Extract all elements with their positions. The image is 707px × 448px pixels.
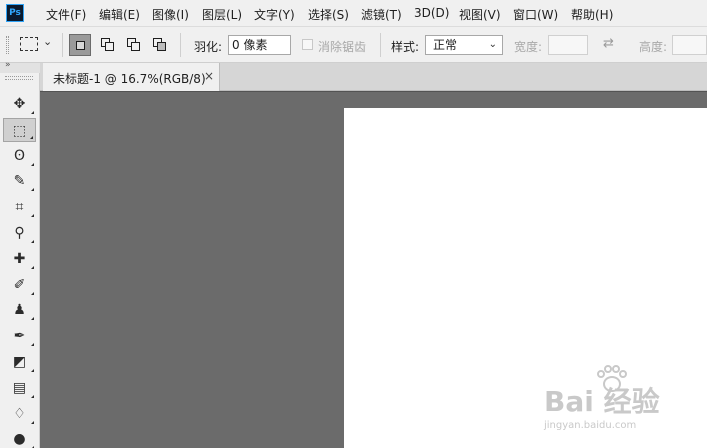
style-select[interactable]: 正常 ⌄ xyxy=(425,35,503,55)
divider xyxy=(380,33,381,57)
style-select-value: 正常 xyxy=(433,38,458,52)
tool-group-indicator-icon xyxy=(30,135,33,139)
marquee-tool-icon: ⬚ xyxy=(12,122,27,139)
document-tab[interactable]: 未标题-1 @ 16.7%(RGB/8) × xyxy=(43,63,220,91)
tool-group-indicator-icon xyxy=(31,265,34,269)
chevron-down-icon[interactable]: ⌄ xyxy=(43,35,52,48)
eraser-tool-button[interactable]: ◩ xyxy=(3,350,36,374)
menu-type[interactable]: 文字(Y) xyxy=(254,6,295,23)
move-tool-button[interactable]: ✥ xyxy=(3,92,36,116)
width-input[interactable] xyxy=(548,35,588,55)
feather-input[interactable]: 0 像素 xyxy=(228,35,291,55)
crop-tool-button[interactable]: ⌗ xyxy=(3,195,36,219)
new-selection-icon xyxy=(76,41,85,50)
divider xyxy=(180,33,181,57)
menu-select[interactable]: 选择(S) xyxy=(308,6,349,23)
height-input[interactable] xyxy=(672,35,707,55)
photoshop-logo-icon: Ps xyxy=(6,4,24,22)
tools-panel: » ✥ ⬚ ʘ ✎ ⌗ ⚲ ✚ ✐ ♟ ✒ ◩ ▤ ♢ ● xyxy=(0,60,40,448)
menu-3d[interactable]: 3D(D) xyxy=(414,6,449,20)
tool-group-indicator-icon xyxy=(31,214,34,218)
subtract-from-selection-button[interactable] xyxy=(123,34,145,56)
clone-stamp-tool-button[interactable]: ♟ xyxy=(3,298,36,322)
collapse-panel-icon[interactable]: » xyxy=(5,60,10,70)
tools-panel-header[interactable]: » xyxy=(0,60,40,73)
lasso-tool-icon: ʘ xyxy=(13,147,26,164)
add-selection-icon-overlap xyxy=(105,42,114,51)
tool-group-indicator-icon xyxy=(31,240,34,243)
move-tool-icon: ✥ xyxy=(13,96,26,112)
document-tab-bar: 未标题-1 @ 16.7%(RGB/8) × xyxy=(40,63,707,91)
new-selection-button[interactable] xyxy=(69,34,91,56)
tool-group-indicator-icon xyxy=(31,111,34,114)
options-bar-grip[interactable] xyxy=(6,36,9,54)
close-icon[interactable]: × xyxy=(204,69,214,83)
tool-group-indicator-icon xyxy=(31,291,34,295)
menu-edit[interactable]: 编辑(E) xyxy=(99,6,140,23)
menu-layer[interactable]: 图层(L) xyxy=(202,6,242,23)
gradient-tool-button[interactable]: ▤ xyxy=(3,376,36,400)
options-bar: ⌄ 羽化: 0 像素 消除锯齿 样式: 正常 ⌄ 宽度: ⇄ 高度: xyxy=(0,27,707,63)
eyedropper-tool-icon: ⚲ xyxy=(14,225,25,241)
blur-tool-button[interactable]: ♢ xyxy=(3,402,36,426)
clone-stamp-tool-icon: ♟ xyxy=(13,302,26,319)
style-label: 样式: xyxy=(391,40,420,54)
healing-brush-tool-icon: ✚ xyxy=(13,250,26,267)
menu-view[interactable]: 视图(V) xyxy=(459,6,501,23)
tool-group-indicator-icon xyxy=(31,343,34,347)
tool-preset-marquee-icon[interactable] xyxy=(20,37,38,51)
menu-file[interactable]: 文件(F) xyxy=(46,6,86,23)
quick-selection-tool-button[interactable]: ✎ xyxy=(3,169,36,193)
marquee-tool-button[interactable]: ⬚ xyxy=(3,117,36,142)
workspace: Bai 经验 jingyan.baidu.com xyxy=(40,92,707,448)
document-canvas[interactable]: Bai 经验 jingyan.baidu.com xyxy=(344,108,707,448)
width-label: 宽度: xyxy=(514,40,543,54)
quick-selection-tool-icon: ✎ xyxy=(13,173,26,190)
tool-group-indicator-icon xyxy=(31,369,34,372)
history-brush-tool-icon: ✒ xyxy=(13,328,26,345)
swap-width-height-icon[interactable]: ⇄ xyxy=(603,36,614,51)
document-tab-title: 未标题-1 @ 16.7%(RGB/8) xyxy=(53,72,206,86)
intersect-selection-icon-overlap xyxy=(157,42,166,51)
tool-group-indicator-icon xyxy=(31,394,34,398)
crop-tool-icon: ⌗ xyxy=(15,199,24,216)
watermark-text: Bai 经验 xyxy=(544,385,660,418)
watermark-url: jingyan.baidu.com xyxy=(544,420,637,431)
blur-tool-icon: ♢ xyxy=(13,405,26,422)
eraser-tool-icon: ◩ xyxy=(12,354,27,370)
antialias-checkbox[interactable] xyxy=(302,39,313,50)
tools-panel-grip[interactable] xyxy=(5,76,33,80)
tool-group-indicator-icon xyxy=(31,162,34,166)
menu-filter[interactable]: 滤镜(T) xyxy=(361,6,402,23)
menu-help[interactable]: 帮助(H) xyxy=(571,6,613,23)
chevron-down-icon: ⌄ xyxy=(488,39,497,50)
dodge-tool-icon: ● xyxy=(13,431,26,448)
eyedropper-tool-button[interactable]: ⚲ xyxy=(3,221,36,245)
divider xyxy=(62,33,63,57)
menu-bar: Ps 文件(F) 编辑(E) 图像(I) 图层(L) 文字(Y) 选择(S) 滤… xyxy=(0,0,707,27)
tool-group-indicator-icon xyxy=(31,188,34,192)
antialias-label: 消除锯齿 xyxy=(318,40,367,54)
dodge-tool-button[interactable]: ● xyxy=(3,427,36,448)
gradient-tool-icon: ▤ xyxy=(12,379,27,396)
brush-tool-icon: ✐ xyxy=(13,276,26,293)
height-label: 高度: xyxy=(639,40,668,54)
history-brush-tool-button[interactable]: ✒ xyxy=(3,324,36,348)
lasso-tool-button[interactable]: ʘ xyxy=(3,144,36,168)
healing-brush-tool-button[interactable]: ✚ xyxy=(3,247,36,271)
subtract-selection-icon-overlap xyxy=(131,42,140,51)
brush-tool-button[interactable]: ✐ xyxy=(3,273,36,297)
tool-group-indicator-icon xyxy=(31,317,34,321)
menu-window[interactable]: 窗口(W) xyxy=(513,6,558,23)
tool-group-indicator-icon xyxy=(31,420,34,424)
feather-label: 羽化: xyxy=(194,40,223,54)
add-to-selection-button[interactable] xyxy=(97,34,119,56)
intersect-selection-button[interactable] xyxy=(149,34,171,56)
menu-image[interactable]: 图像(I) xyxy=(152,6,189,23)
